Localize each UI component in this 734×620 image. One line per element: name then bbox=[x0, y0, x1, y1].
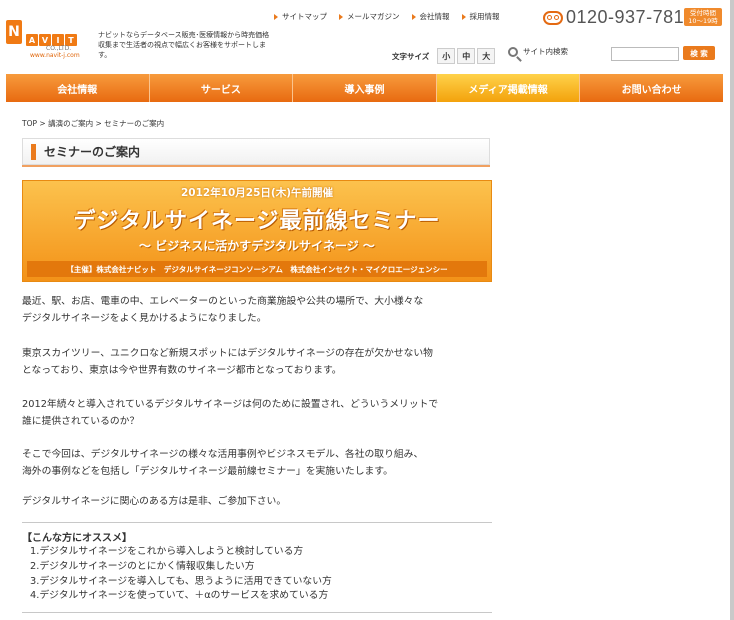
top-link-company[interactable]: 会社情報 bbox=[411, 11, 450, 22]
top-link-label: メールマガジン bbox=[347, 12, 400, 21]
paragraph-line: となっており、東京は今や世界有数のサイネージ都市となっております。 bbox=[22, 365, 342, 376]
banner-subtitle: ～ ビジネスに活かすデジタルサイネージ ～ bbox=[139, 239, 375, 253]
logo-url: www.navit-j.com bbox=[30, 52, 80, 59]
banner-date: 2012年10月25日(木)午前開催 bbox=[180, 187, 334, 199]
freedial-icon bbox=[543, 10, 563, 25]
banner-organizer: 【主催】株式会社ナビット デジタルサイネージコンソーシアム 株式会社インセクト・… bbox=[27, 261, 487, 277]
breadcrumb-separator: > bbox=[95, 119, 102, 128]
nav-services[interactable]: サービス bbox=[150, 74, 294, 102]
paragraph: デジタルサイネージに関心のある方は是非、ご参加下さい。 bbox=[22, 493, 286, 510]
top-link-mailmagazine[interactable]: メールマガジン bbox=[339, 11, 400, 22]
scrollbar-edge bbox=[730, 0, 734, 620]
top-link-sitemap[interactable]: サイトマップ bbox=[274, 11, 327, 22]
breadcrumb-top[interactable]: TOP bbox=[22, 119, 37, 128]
logo-company: CO.,LTD. bbox=[46, 45, 72, 52]
font-size-large-button[interactable]: 大 bbox=[477, 48, 496, 64]
banner-title: デジタルサイネージ最前線セミナー bbox=[73, 209, 441, 234]
phone-contact: 0120-937-781 bbox=[543, 7, 684, 28]
phone-number: 0120-937-781 bbox=[566, 7, 685, 27]
paragraph-line: 最近、駅、お店、電車の中、エレベーターのといった商業施設や公共の場所で、大小様々… bbox=[22, 296, 424, 307]
nav-company[interactable]: 会社情報 bbox=[6, 74, 150, 102]
business-hours-badge: 受付時間 10～19時 bbox=[684, 8, 722, 26]
hours-label: 受付時間 bbox=[690, 9, 716, 17]
site-search-label-group: サイト内検索 bbox=[508, 46, 568, 57]
list-item: 2.デジタルサイネージのとにかく情報収集したい方 bbox=[30, 560, 255, 572]
breadcrumb: TOP > 講演のご案内 > セミナーのご案内 bbox=[22, 118, 164, 129]
recommend-list: 1.デジタルサイネージをこれから導入しようと検討している方 2.デジタルサイネー… bbox=[30, 545, 332, 604]
title-underline bbox=[22, 165, 490, 167]
page-title: セミナーのご案内 bbox=[44, 145, 141, 159]
header-tagline: ナビットならデータベース販売･医療情報から時売価格収集まで生活者の視点で幅広くお… bbox=[98, 31, 270, 59]
main-nav: 会社情報 サービス 導入事例 メディア掲載情報 お問い合わせ bbox=[6, 74, 723, 102]
font-size-small-button[interactable]: 小 bbox=[437, 48, 456, 64]
paragraph-line: デジタルサイネージに関心のある方は是非、ご参加下さい。 bbox=[22, 496, 287, 507]
font-size-label: 文字サイズ bbox=[392, 51, 430, 61]
breadcrumb-lectures[interactable]: 講演のご案内 bbox=[48, 119, 93, 128]
arrow-icon bbox=[274, 13, 278, 20]
nav-media[interactable]: メディア掲載情報 bbox=[436, 74, 581, 102]
list-item: 4.デジタルサイネージを使っていて、＋αのサービスを求めている方 bbox=[30, 590, 329, 602]
paragraph-line: 海外の事例などを包括し「デジタルサイネージ最前線セミナー」を実施いたします。 bbox=[22, 466, 393, 477]
paragraph: そこで今回は、デジタルサイネージの様々な活用事例やビジネスモデル、各社の取り組み… bbox=[22, 446, 423, 480]
paragraph-line: 東京スカイツリー、ユニクロなど新規スポットにはデジタルサイネージの存在が欠かせな… bbox=[22, 348, 433, 359]
divider bbox=[22, 522, 492, 523]
paragraph-line: デジタルサイネージをよく見かけるようになりました。 bbox=[22, 313, 267, 324]
breadcrumb-separator: > bbox=[39, 119, 46, 128]
arrow-icon bbox=[461, 13, 466, 20]
breadcrumb-current: セミナーのご案内 bbox=[104, 119, 165, 128]
search-icon bbox=[508, 46, 518, 57]
paragraph: 東京スカイツリー、ユニクロなど新規スポットにはデジタルサイネージの存在が欠かせな… bbox=[22, 345, 433, 379]
nav-cases[interactable]: 導入事例 bbox=[293, 74, 437, 102]
hours-value: 10～19時 bbox=[688, 17, 718, 25]
paragraph: 最近、駅、お店、電車の中、エレベーターのといった商業施設や公共の場所で、大小様々… bbox=[22, 293, 423, 327]
paragraph-line: 2012年続々と導入されているデジタルサイネージは何のために設置され、どういうメ… bbox=[22, 399, 439, 410]
search-button[interactable]: 検 索 bbox=[683, 46, 715, 60]
recommend-heading: 【こんな方にオススメ】 bbox=[22, 533, 132, 544]
top-link-label: 会社情報 bbox=[419, 12, 450, 21]
logo-letter: A bbox=[26, 34, 38, 46]
list-item: 3.デジタルサイネージを導入しても、思うように活用できていない方 bbox=[30, 575, 332, 587]
paragraph: 2012年続々と導入されているデジタルサイネージは何のために設置され、どういうメ… bbox=[22, 396, 438, 430]
seminar-banner: 2012年10月25日(木)午前開催 デジタルサイネージ最前線セミナー ～ ビジ… bbox=[22, 180, 492, 282]
paragraph-line: そこで今回は、デジタルサイネージの様々な活用事例やビジネスモデル、各社の取り組み… bbox=[22, 449, 424, 460]
divider bbox=[22, 612, 492, 613]
list-item: 1.デジタルサイネージをこれから導入しようと検討している方 bbox=[30, 546, 304, 557]
font-size-medium-button[interactable]: 中 bbox=[457, 48, 476, 64]
logo-letter-n: N bbox=[6, 20, 22, 44]
top-links: サイトマップ メールマガジン 会社情報 採用情報 bbox=[274, 11, 512, 22]
paragraph-line: 誰に提供されているのか？ bbox=[22, 416, 140, 427]
top-link-label: 採用情報 bbox=[469, 12, 500, 21]
navit-logo[interactable]: N A V I T CO.,LTD. www.navit-j.com bbox=[6, 20, 96, 66]
page-title-box: セミナーのご案内 bbox=[22, 138, 490, 165]
nav-contact[interactable]: お問い合わせ bbox=[580, 74, 723, 102]
arrow-icon bbox=[411, 13, 416, 20]
top-link-recruit[interactable]: 採用情報 bbox=[461, 11, 500, 22]
top-link-label: サイトマップ bbox=[282, 12, 327, 21]
search-input[interactable] bbox=[611, 47, 679, 61]
site-search-label: サイト内検索 bbox=[523, 47, 568, 56]
title-accent-bar bbox=[31, 143, 36, 160]
arrow-icon bbox=[339, 13, 343, 20]
font-size-selector: 文字サイズ 小 中 大 bbox=[392, 48, 496, 64]
